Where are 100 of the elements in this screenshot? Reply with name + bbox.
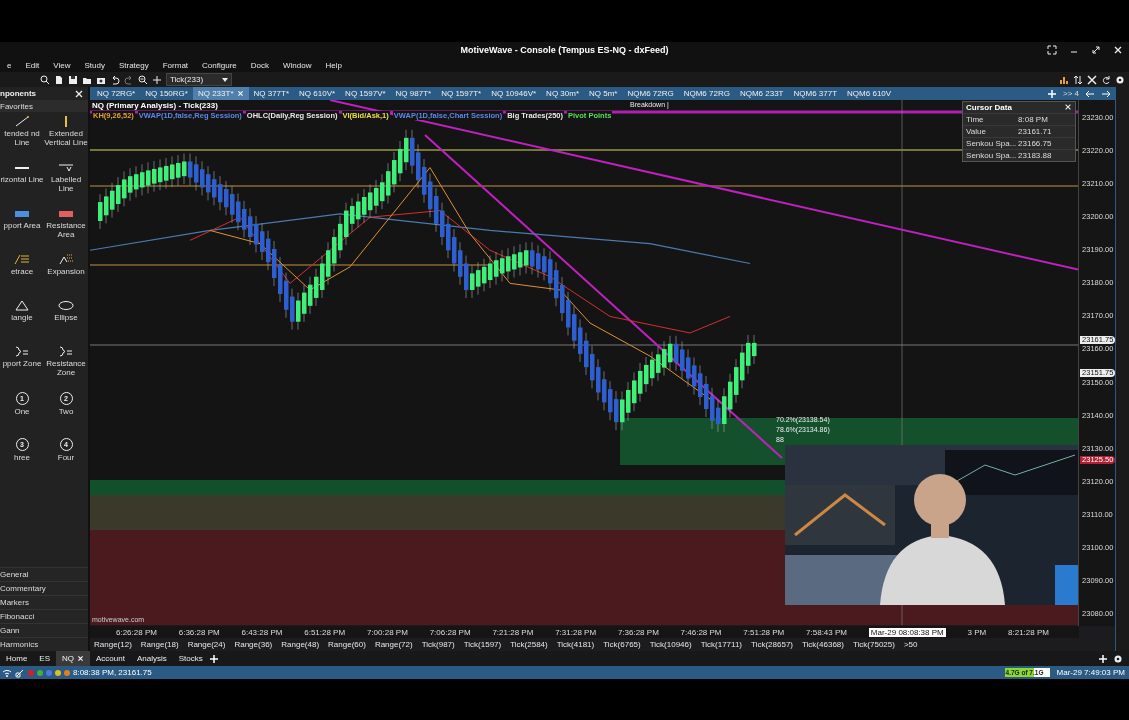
chart-tab[interactable]: NQ 30m*: [541, 87, 584, 100]
menu-item[interactable]: Configure: [195, 60, 244, 70]
close-icon[interactable]: [1064, 103, 1073, 111]
menu-item[interactable]: Study: [77, 60, 112, 70]
document-icon[interactable]: [54, 74, 64, 85]
bar-chart-icon[interactable]: [1059, 74, 1069, 85]
data-value: 8:08 PM: [1018, 115, 1048, 124]
drawing-tool[interactable]: pport Zone: [0, 346, 44, 388]
zoom-icon[interactable]: [138, 74, 148, 85]
menu-item[interactable]: View: [46, 60, 78, 70]
more-bar-types[interactable]: >50: [903, 640, 918, 649]
bar-type-link[interactable]: Tick(17711): [700, 640, 743, 649]
category-item[interactable]: Commentary: [0, 581, 88, 595]
bar-type-link[interactable]: Tick(1597): [463, 640, 502, 649]
cursor-reading: 8:08:38 PM, 23161.75: [73, 668, 152, 677]
data-label: Senkou Spa...: [966, 151, 1018, 160]
diagonal-line-icon: [14, 116, 30, 127]
chart-tab[interactable]: NQ 1597T*: [436, 87, 487, 100]
save-icon[interactable]: [68, 74, 78, 85]
chart-tab[interactable]: NQ 233T*: [192, 87, 249, 100]
drawing-tool[interactable]: Expansion: [44, 254, 88, 296]
retracement-icon: [14, 254, 30, 265]
caret-icon: [222, 77, 228, 82]
chart-tab[interactable]: NQM6 72RG: [622, 87, 679, 100]
workspace-tab[interactable]: Account: [90, 651, 131, 666]
chart-tab[interactable]: NQM6 72RG: [678, 87, 735, 100]
chart-tab[interactable]: NQ 610V*: [294, 87, 341, 100]
chart-tab[interactable]: NQ 150RG*: [140, 87, 193, 100]
menu-item[interactable]: Strategy: [111, 60, 156, 70]
drawing-tool[interactable]: Resistance Zone: [44, 346, 88, 388]
chart-tab[interactable]: NQ 5m*: [584, 87, 623, 100]
menu-item[interactable]: Window: [276, 60, 319, 70]
maximize-icon[interactable]: [1091, 45, 1101, 55]
drawing-tool[interactable]: Labelled Line: [44, 162, 88, 204]
workspace-tab[interactable]: NQ: [56, 651, 90, 666]
resistance-area-icon: [59, 210, 73, 217]
refresh-icon[interactable]: [1101, 74, 1111, 85]
bar-type-link[interactable]: Tick(4181): [556, 640, 595, 649]
bar-type-link[interactable]: Tick(10946): [649, 640, 692, 649]
bar-type-link[interactable]: Range(36): [234, 640, 273, 649]
bar-type-link[interactable]: Range(60): [328, 640, 366, 649]
bar-type-link[interactable]: Range(72): [374, 640, 413, 649]
close-icon[interactable]: [74, 88, 84, 99]
more-tabs[interactable]: >> 4: [1063, 89, 1079, 98]
time-label: 6:43:28 PM: [241, 627, 283, 637]
workspace-tab[interactable]: Analysis: [130, 651, 173, 666]
left-arrow-icon[interactable]: [1085, 88, 1095, 99]
plus-icon[interactable]: [152, 74, 162, 85]
menu-item[interactable]: e: [0, 60, 19, 70]
bar-type-link[interactable]: Tick(6765): [603, 640, 641, 649]
bar-size-dropdown[interactable]: Tick(233): [166, 73, 232, 86]
workspace-tab[interactable]: ES: [33, 651, 56, 666]
time-label: 7:06:28 PM: [429, 627, 471, 637]
chart-tab[interactable]: NQM6 377T: [788, 87, 843, 100]
redo-icon[interactable]: [124, 74, 134, 85]
drawing-tool[interactable]: Extended Vertical Line: [44, 116, 88, 158]
chart-tab[interactable]: NQ 10946V*: [486, 87, 542, 100]
search-icon[interactable]: [40, 74, 50, 85]
bar-type-link[interactable]: Range(12): [94, 640, 132, 649]
close-icon[interactable]: [1113, 45, 1123, 55]
bar-type-link[interactable]: Tick(2584): [510, 640, 548, 649]
clock: Mar-29 7:49:03 PM: [1055, 668, 1126, 677]
support-area-icon: [15, 210, 29, 217]
drawing-tool[interactable]: Resistance Area: [44, 208, 88, 250]
right-arrow-icon[interactable]: [1101, 88, 1111, 99]
bar-type-link[interactable]: Range(24): [187, 640, 226, 649]
settings-icon[interactable]: [1113, 653, 1123, 664]
chart-tab[interactable]: NQ 72RG*: [92, 87, 141, 100]
chart-tab[interactable]: NQM6 610V: [842, 87, 897, 100]
chart-tab[interactable]: NQ 987T*: [390, 87, 437, 100]
settings-icon[interactable]: [1115, 74, 1125, 85]
bar-type-link[interactable]: Range(18): [140, 640, 179, 649]
menu-item[interactable]: Edit: [18, 60, 47, 70]
drawing-tool[interactable]: etrace: [0, 254, 44, 296]
menu-item[interactable]: Format: [155, 60, 196, 70]
workspace-tab[interactable]: Home: [0, 651, 34, 666]
workspace-tab[interactable]: Stocks: [172, 651, 209, 666]
drawing-tool[interactable]: Ellipse: [44, 300, 88, 342]
time-label: 6:36:28 PM: [178, 627, 220, 637]
bar-type-link[interactable]: Tick(75025): [852, 640, 895, 649]
bar-type-link[interactable]: Tick(28657): [751, 640, 793, 649]
drawing-tool[interactable]: rizontal Line: [0, 162, 44, 204]
data-label: Time: [966, 115, 985, 124]
drawing-tool[interactable]: pport Area: [0, 208, 44, 250]
bar-type-link[interactable]: Tick(46368): [802, 640, 844, 649]
link-icon[interactable]: [15, 667, 25, 678]
chart-tab[interactable]: NQ 377T*: [248, 87, 295, 100]
drawing-tool[interactable]: tended nd Line: [0, 116, 44, 158]
wifi-icon[interactable]: [2, 667, 12, 678]
menu-item[interactable]: Dock: [243, 60, 276, 70]
swap-icon[interactable]: [1073, 74, 1083, 85]
menu-item[interactable]: Help: [318, 60, 349, 70]
chart-tab[interactable]: NQM6 233T: [734, 87, 789, 100]
window-title: MotiveWave - Console (Tempus ES-NQ - dxFeed): [460, 45, 669, 55]
undo-icon[interactable]: [110, 74, 120, 85]
chart-tab[interactable]: NQ 1597V*: [340, 87, 391, 100]
bar-type-link[interactable]: Range(48): [281, 640, 320, 649]
bar-type-link[interactable]: Tick(987): [421, 640, 455, 649]
fullscreen-icon[interactable]: [1047, 45, 1057, 55]
drawing-tool[interactable]: iangle: [0, 300, 44, 342]
